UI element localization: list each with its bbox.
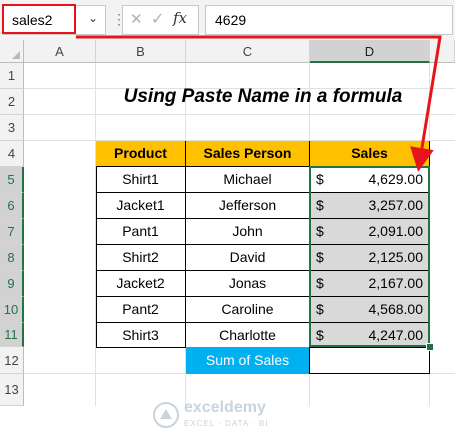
name-box[interactable]: sales2 ⌄ <box>3 5 106 35</box>
select-all-icon <box>12 51 20 59</box>
sum-of-sales-label[interactable]: Sum of Sales <box>186 347 310 374</box>
sales-cell[interactable]: $4,247.00 <box>310 323 430 348</box>
row-header-8[interactable]: 8 <box>0 245 24 271</box>
sales-amount: 4,568.00 <box>368 301 424 317</box>
sales-cell[interactable]: $2,125.00 <box>310 245 430 271</box>
formula-buttons: ✕ ✓ fx <box>122 5 199 35</box>
product-cell[interactable]: Shirt1 <box>96 167 186 193</box>
name-box-value[interactable]: sales2 <box>12 12 52 28</box>
header-sales-person[interactable]: Sales Person <box>186 141 310 167</box>
watermark-name: exceldemy <box>184 399 266 416</box>
row-header-4[interactable]: 4 <box>0 141 24 167</box>
row-header-7[interactable]: 7 <box>0 219 24 245</box>
formula-input[interactable]: 4629 <box>205 5 453 35</box>
worksheet-grid[interactable]: A B C D 1 2 3 4 5 6 7 8 9 10 11 12 13 Us… <box>0 40 455 428</box>
person-cell[interactable]: Caroline <box>186 297 310 323</box>
currency-symbol: $ <box>316 223 324 239</box>
product-cell[interactable]: Jacket2 <box>96 271 186 297</box>
header-product[interactable]: Product <box>96 141 186 167</box>
person-cell[interactable]: John <box>186 219 310 245</box>
row-header-5[interactable]: 5 <box>0 167 24 193</box>
sales-cell[interactable]: $4,568.00 <box>310 297 430 323</box>
currency-symbol: $ <box>316 275 324 291</box>
sales-amount: 2,125.00 <box>368 249 424 265</box>
sales-amount: 2,167.00 <box>368 275 424 291</box>
row-header-10[interactable]: 10 <box>0 297 24 323</box>
product-cell[interactable]: Pant1 <box>96 219 186 245</box>
chevron-down-icon[interactable]: ⌄ <box>88 11 98 25</box>
column-header-d[interactable]: D <box>310 40 430 63</box>
sheet-title: Using Paste Name in a formula <box>123 86 403 107</box>
enter-icon[interactable]: ✓ <box>151 9 164 29</box>
column-header-c[interactable]: C <box>186 40 310 63</box>
person-cell[interactable]: Jefferson <box>186 193 310 219</box>
currency-symbol: $ <box>316 197 324 213</box>
person-cell[interactable]: Jonas <box>186 271 310 297</box>
gridline <box>24 114 455 115</box>
person-cell[interactable]: Charlotte <box>186 323 310 348</box>
row-header-13[interactable]: 13 <box>0 374 24 406</box>
formula-bar: sales2 ⌄ ⋮ ✕ ✓ fx 4629 <box>0 0 455 40</box>
sales-cell[interactable]: $3,257.00 <box>310 193 430 219</box>
person-cell[interactable]: Michael <box>186 167 310 193</box>
sum-result-cell[interactable] <box>310 347 430 374</box>
cancel-icon[interactable]: ✕ <box>130 10 143 28</box>
sales-amount: 2,091.00 <box>368 223 424 239</box>
column-header-e[interactable] <box>430 40 455 63</box>
product-cell[interactable]: Pant2 <box>96 297 186 323</box>
formula-value[interactable]: 4629 <box>215 12 246 28</box>
row-header-9[interactable]: 9 <box>0 271 24 297</box>
sales-amount: 4,629.00 <box>368 171 424 187</box>
currency-symbol: $ <box>316 249 324 265</box>
currency-symbol: $ <box>316 171 324 187</box>
column-header-b[interactable]: B <box>96 40 186 63</box>
watermark-tagline: EXCEL · DATA · BI <box>184 419 269 428</box>
person-cell[interactable]: David <box>186 245 310 271</box>
sales-table: Product Sales Person Sales Shirt1 Michae… <box>96 141 430 348</box>
sales-cell[interactable]: $4,629.00 <box>310 167 430 193</box>
insert-function-icon[interactable]: fx <box>173 9 187 27</box>
currency-symbol: $ <box>316 301 324 317</box>
row-header-12[interactable]: 12 <box>0 347 24 374</box>
product-cell[interactable]: Shirt2 <box>96 245 186 271</box>
select-all-corner[interactable] <box>0 40 24 63</box>
column-header-a[interactable]: A <box>24 40 96 63</box>
sales-cell[interactable]: $2,167.00 <box>310 271 430 297</box>
sales-amount: 4,247.00 <box>368 327 424 343</box>
product-cell[interactable]: Shirt3 <box>96 323 186 348</box>
watermark: exceldemy EXCEL · DATA · BI <box>150 397 330 437</box>
currency-symbol: $ <box>316 327 324 343</box>
sales-cell[interactable]: $2,091.00 <box>310 219 430 245</box>
row-header-2[interactable]: 2 <box>0 89 24 115</box>
row-header-1[interactable]: 1 <box>0 63 24 89</box>
row-header-3[interactable]: 3 <box>0 115 24 141</box>
fill-handle[interactable] <box>426 343 434 351</box>
product-cell[interactable]: Jacket1 <box>96 193 186 219</box>
exceldemy-logo-icon <box>153 402 179 428</box>
header-sales[interactable]: Sales <box>310 141 430 167</box>
row-header-11[interactable]: 11 <box>0 323 24 347</box>
row-header-6[interactable]: 6 <box>0 193 24 219</box>
sales-amount: 3,257.00 <box>368 197 424 213</box>
